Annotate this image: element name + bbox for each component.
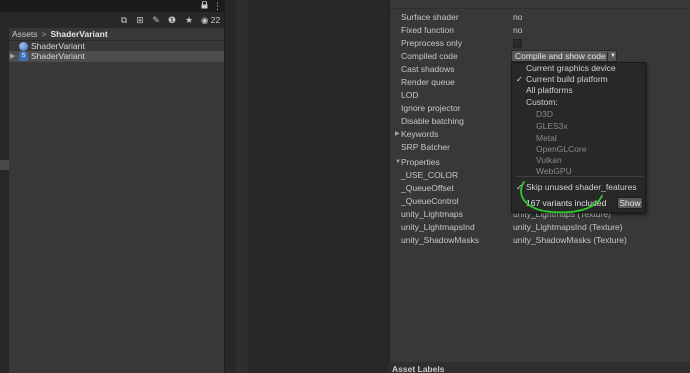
value-fixed-function: no: [513, 25, 523, 35]
asset-labels-bar: Asset Labels: [389, 362, 690, 373]
asset-labels-title: Asset Labels: [392, 364, 445, 373]
folder-tree-gutter: [0, 28, 9, 373]
expand-arrow-icon[interactable]: ▶: [10, 52, 15, 60]
filter-label-icon[interactable]: ⊞: [134, 14, 146, 26]
highlight-annotation: [520, 181, 603, 214]
prop-queue-control: _QueueControl: [401, 196, 459, 206]
divider: [389, 8, 690, 9]
prop-compiled-code: Compiled code: [401, 51, 458, 61]
splitter-handle[interactable]: [0, 160, 9, 170]
error-filter-icon[interactable]: ❶: [166, 14, 178, 26]
breadcrumb-assets[interactable]: Assets: [12, 29, 38, 39]
prop-unity-lightmaps: unity_Lightmaps: [401, 209, 463, 219]
compile-and-show-code-button[interactable]: Compile and show code ▼: [511, 50, 617, 62]
scene-panel: [224, 0, 388, 373]
breadcrumb-separator: >: [41, 29, 47, 39]
prop-disable-batching: Disable batching: [401, 116, 464, 126]
menu-item-current-build-platform[interactable]: Current build platform: [526, 74, 608, 85]
shader-icon: S: [19, 52, 28, 61]
asset-label: ShaderVariant: [31, 51, 85, 61]
prop-lod: LOD: [401, 90, 419, 100]
menu-item-current-graphics-device[interactable]: Current graphics device: [526, 63, 616, 74]
prop-srp-batcher: SRP Batcher: [401, 142, 450, 152]
more-options-icon[interactable]: ⋮: [213, 1, 222, 12]
menu-divider: [516, 176, 643, 177]
menu-item-openglcore[interactable]: OpenGLCore: [536, 144, 587, 155]
foldout-properties[interactable]: Properties: [401, 157, 440, 168]
prop-surface-shader: Surface shader: [401, 12, 459, 22]
show-variants-button[interactable]: Show: [617, 197, 643, 209]
prop-cast-shadows: Cast shadows: [401, 64, 455, 74]
tag-icon[interactable]: ✎: [150, 14, 162, 26]
menu-item-all-platforms[interactable]: All platforms: [526, 85, 573, 96]
split-divider: [607, 52, 608, 61]
project-title-bar: ⋮: [0, 0, 224, 12]
hidden-packages-count[interactable]: ◉ 22: [201, 15, 220, 26]
checkmark-icon: ✓: [516, 75, 523, 84]
list-item[interactable]: ▶ S ShaderVariant: [9, 51, 224, 62]
search-by-type-icon[interactable]: ⧉: [118, 14, 130, 26]
chevron-down-icon[interactable]: ▼: [610, 51, 616, 62]
menu-item-d3d[interactable]: D3D: [536, 109, 553, 120]
prop-unity-shadow-masks: unity_ShadowMasks: [401, 235, 479, 245]
lock-icon[interactable]: [201, 1, 208, 9]
menu-item-gles3x[interactable]: GLES3x: [536, 121, 568, 132]
project-toolbar: ⧉ ⊞ ✎ ❶ ★ ◉ 22: [0, 12, 224, 28]
prop-fixed-function: Fixed function: [401, 25, 454, 35]
prop-ignore-projector: Ignore projector: [401, 103, 461, 113]
foldout-keywords[interactable]: Keywords: [401, 129, 438, 140]
favorite-star-icon[interactable]: ★: [183, 14, 195, 26]
menu-item-metal[interactable]: Metal: [536, 133, 557, 144]
breadcrumb: Assets > ShaderVariant: [12, 29, 108, 39]
value-surface-shader: no: [513, 12, 523, 22]
prop-unity-lightmaps-ind: unity_LightmapsInd: [401, 222, 475, 232]
menu-item-custom[interactable]: Custom:: [526, 97, 558, 108]
compile-button-label: Compile and show code: [515, 51, 606, 61]
value-unity-lightmaps-ind: unity_LightmapsInd (Texture): [513, 222, 623, 232]
value-unity-shadow-masks: unity_ShadowMasks (Texture): [513, 235, 627, 245]
prop-use-color: _USE_COLOR: [401, 170, 459, 180]
breadcrumb-current[interactable]: ShaderVariant: [50, 29, 107, 39]
shader-variant-collection-icon: [19, 42, 28, 51]
prop-render-queue: Render queue: [401, 77, 455, 87]
menu-item-vulkan[interactable]: Vulkan: [536, 155, 562, 166]
project-asset-list: [9, 28, 224, 373]
scrollbar[interactable]: [236, 0, 248, 373]
prop-preprocess-only: Preprocess only: [401, 38, 462, 48]
preprocess-only-checkbox[interactable]: [513, 39, 522, 48]
prop-queue-offset: _QueueOffset: [401, 183, 454, 193]
foldout-arrow-icon[interactable]: ▶: [395, 129, 400, 140]
